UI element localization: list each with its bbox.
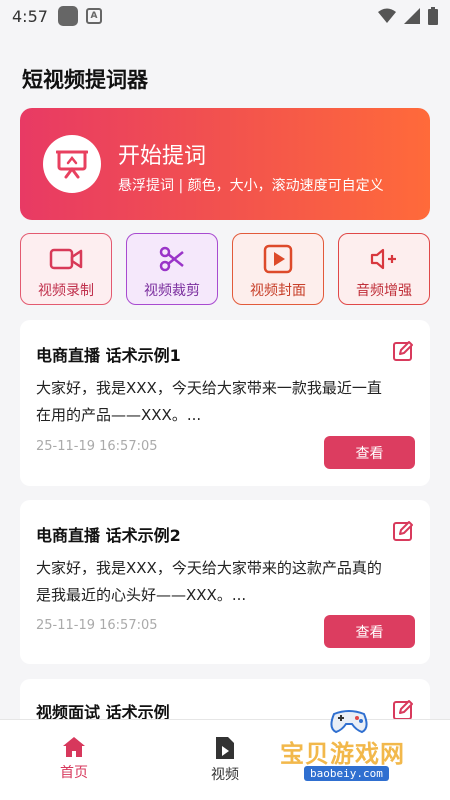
watermark-text: 宝贝游戏网 xyxy=(280,740,405,768)
presentation-icon xyxy=(43,135,101,193)
script-timestamp: 25-11-19 16:57:05 xyxy=(36,439,158,454)
script-preview: 大家好，我是XXX，今天给大家带来的这款产品真的 是我最近的心头好——XXX。.… xyxy=(36,555,396,609)
tool-grid: 视频录制 视频裁剪 视频封面 音频增强 xyxy=(20,233,430,305)
hero-subtitle: 悬浮提词 | 颜色，大小，滚动速度可自定义 xyxy=(118,178,384,194)
edit-icon[interactable] xyxy=(392,340,414,362)
speaker-plus-icon xyxy=(370,244,398,274)
view-button[interactable]: 查看 xyxy=(324,436,415,469)
script-preview-line: 大家好，我是XXX，今天给大家带来的这款产品真的 xyxy=(36,559,382,577)
home-icon xyxy=(63,737,85,757)
audio-enhance-button[interactable]: 音频增强 xyxy=(338,233,430,305)
nav-label: 首页 xyxy=(60,765,88,781)
nav-item-home[interactable]: 首页 xyxy=(34,736,114,782)
page-title: 短视频提词器 xyxy=(22,68,148,92)
video-trim-button[interactable]: 视频裁剪 xyxy=(126,233,218,305)
tool-label: 视频裁剪 xyxy=(144,283,200,299)
status-bar: 4:57 A xyxy=(0,0,450,32)
script-preview: 大家好，我是XXX，今天给大家带来一款我最近一直 在用的产品——XXX。... xyxy=(36,375,396,429)
signal-icon xyxy=(404,8,420,24)
script-preview-line: 是我最近的心头好——XXX。... xyxy=(36,586,247,604)
script-preview-line: 大家好，我是XXX，今天给大家带来一款我最近一直 xyxy=(36,379,382,397)
start-prompter-banner[interactable]: 开始提词 悬浮提词 | 颜色，大小，滚动速度可自定义 xyxy=(20,108,430,220)
notification-icon xyxy=(58,6,78,26)
script-timestamp: 25-11-19 16:57:05 xyxy=(36,618,158,633)
app-notification-icon: A xyxy=(86,8,102,24)
video-camera-icon xyxy=(49,244,83,274)
tool-label: 视频封面 xyxy=(250,283,306,299)
play-frame-icon xyxy=(263,244,293,274)
video-record-button[interactable]: 视频录制 xyxy=(20,233,112,305)
gamepad-icon xyxy=(330,710,368,734)
watermark-logo: 宝贝游戏网 baobeiy.com xyxy=(272,706,422,786)
video-cover-button[interactable]: 视频封面 xyxy=(232,233,324,305)
battery-icon xyxy=(428,7,438,25)
script-card[interactable]: 电商直播 话术示例2 大家好，我是XXX，今天给大家带来的这款产品真的 是我最近… xyxy=(20,500,430,664)
watermark-url: baobeiy.com xyxy=(304,766,389,781)
tool-label: 视频录制 xyxy=(38,283,94,299)
wifi-icon xyxy=(378,8,396,23)
tool-label: 音频增强 xyxy=(356,283,412,299)
view-button[interactable]: 查看 xyxy=(324,615,415,648)
scissors-icon xyxy=(159,244,185,274)
script-card[interactable]: 电商直播 话术示例1 大家好，我是XXX，今天给大家带来一款我最近一直 在用的产… xyxy=(20,320,430,486)
script-title: 电商直播 话术示例2 xyxy=(36,526,181,545)
nav-item-video[interactable]: 视频 xyxy=(185,736,265,784)
status-time: 4:57 xyxy=(12,6,48,26)
video-file-icon xyxy=(216,737,234,759)
script-title: 电商直播 话术示例1 xyxy=(36,346,181,365)
nav-label: 视频 xyxy=(211,767,239,783)
script-preview-line: 在用的产品——XXX。... xyxy=(36,406,202,424)
hero-title: 开始提词 xyxy=(118,144,207,169)
edit-icon[interactable] xyxy=(392,520,414,542)
